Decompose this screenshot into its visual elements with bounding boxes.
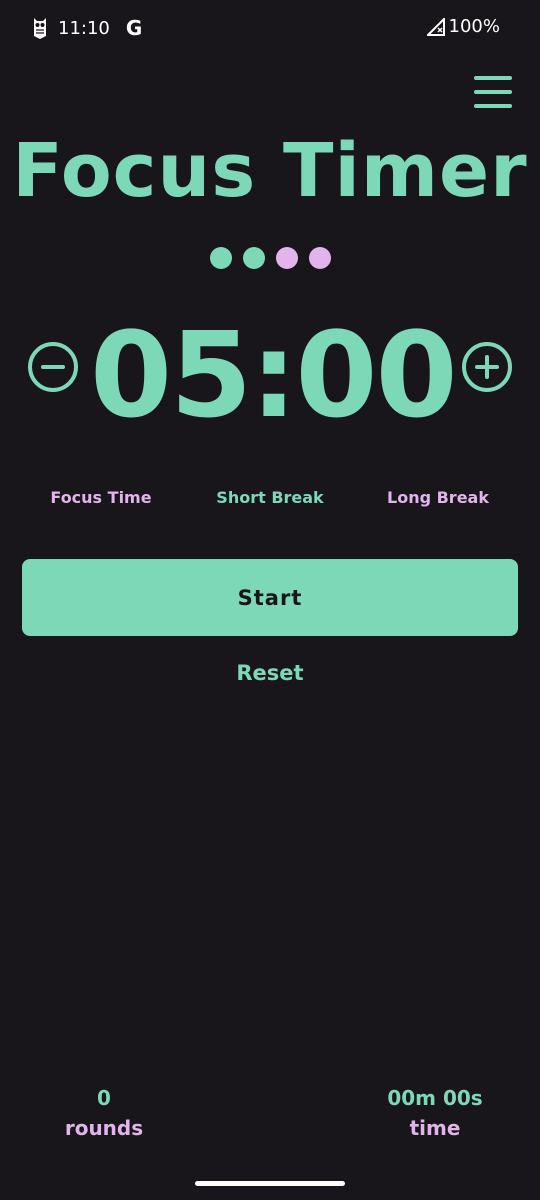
signal-icon (426, 17, 445, 36)
rounds-stat: 0 rounds (40, 1086, 168, 1140)
status-left: 11:10 G (32, 16, 142, 40)
status-bar: 11:10 G 100% (0, 0, 540, 58)
menu-line (474, 76, 512, 80)
round-progress-dots (0, 247, 540, 269)
status-time: 11:10 (58, 17, 110, 39)
menu-line (474, 104, 512, 108)
hamburger-menu-icon[interactable] (474, 76, 512, 108)
reset-button[interactable]: Reset (200, 661, 340, 691)
rounds-label: rounds (64, 1116, 144, 1140)
time-label: time (409, 1116, 461, 1140)
tab-focus-time[interactable]: Focus Time (40, 488, 162, 507)
tab-long-break[interactable]: Long Break (378, 488, 498, 507)
mode-tabs: Focus Time Short Break Long Break (0, 488, 540, 512)
round-dot-done (209, 247, 232, 269)
minus-bar (41, 365, 65, 369)
status-right: 100% (426, 16, 500, 37)
round-dot-pending (308, 247, 331, 269)
rounds-value: 0 (97, 1086, 111, 1110)
home-indicator[interactable] (195, 1181, 345, 1186)
plus-circle-icon[interactable] (462, 342, 512, 392)
plus-bar-vertical (485, 355, 489, 379)
time-stat: 00m 00s time (360, 1086, 510, 1140)
page-title: Focus Timer (12, 128, 528, 214)
start-button[interactable]: Start (22, 559, 518, 636)
round-dot-pending (275, 247, 298, 269)
minus-circle-icon[interactable] (28, 342, 78, 392)
timer-row: 05:00 (0, 306, 540, 444)
timer-display: 05:00 (90, 306, 458, 444)
round-dot-done (242, 247, 265, 269)
owl-notification-icon (34, 18, 46, 39)
tab-short-break[interactable]: Short Break (210, 488, 330, 507)
time-value: 00m 00s (387, 1086, 483, 1110)
google-icon: G (125, 16, 143, 40)
menu-line (474, 90, 512, 94)
battery-percent: 100% (448, 16, 500, 37)
